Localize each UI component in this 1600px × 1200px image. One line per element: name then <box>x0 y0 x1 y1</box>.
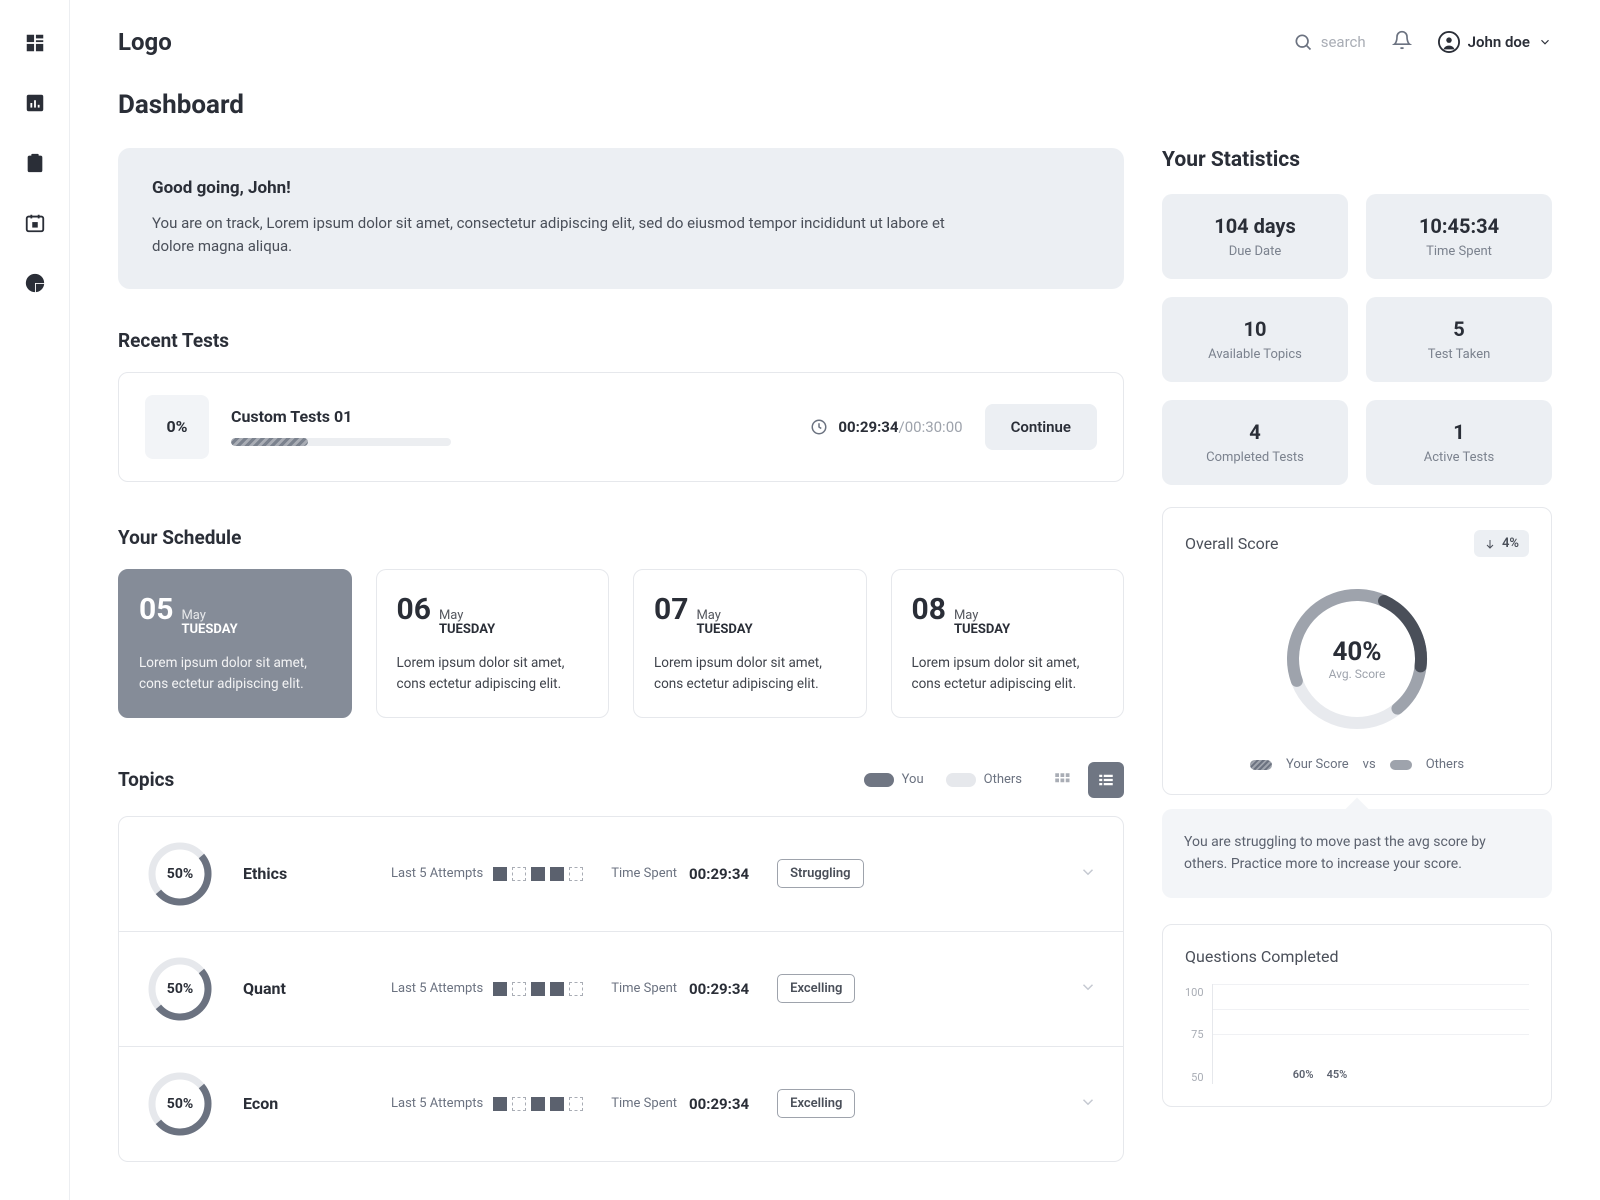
schedule-card[interactable]: 08MayTUESDAYLorem ipsum dolor sit amet, … <box>891 569 1125 718</box>
stat-card: 4Completed Tests <box>1162 400 1348 485</box>
schedule-card[interactable]: 05MayTUESDAYLorem ipsum dolor sit amet, … <box>118 569 352 718</box>
arrow-down-icon <box>1484 538 1496 550</box>
clock-icon <box>810 418 828 436</box>
continue-button[interactable]: Continue <box>985 404 1097 450</box>
test-name: Custom Tests 01 <box>231 407 788 426</box>
nav-analytics[interactable] <box>24 92 46 114</box>
list-view-button[interactable] <box>1088 762 1124 798</box>
topic-status: Excelling <box>777 974 855 1003</box>
legend-you: You <box>864 772 924 787</box>
nav-pie[interactable] <box>24 272 46 294</box>
topic-time: Time Spent00:29:34 <box>611 980 749 998</box>
grid-view-button[interactable] <box>1044 762 1080 798</box>
score-card: Overall Score 4% 40% <box>1162 507 1552 795</box>
score-legend: Your Score vs Others <box>1185 757 1529 772</box>
expand-icon[interactable] <box>1079 863 1097 885</box>
score-title: Overall Score <box>1185 534 1278 553</box>
recent-test-card: 0% Custom Tests 01 00:29:34/00:30:00 Con… <box>118 372 1124 482</box>
topic-ring: 50% <box>145 839 215 909</box>
recent-tests-title: Recent Tests <box>118 329 1124 352</box>
search[interactable]: search <box>1293 32 1366 52</box>
stat-card: 104 daysDue Date <box>1162 194 1348 279</box>
stats-title: Your Statistics <box>1162 148 1552 172</box>
topic-name: Ethics <box>243 864 363 883</box>
user-menu[interactable]: John doe <box>1438 31 1552 53</box>
topic-name: Econ <box>243 1094 363 1113</box>
topic-row[interactable]: 50% Econ Last 5 Attempts Time Spent00:29… <box>118 1047 1124 1162</box>
score-change-badge: 4% <box>1474 530 1529 557</box>
questions-bars: 60%45% <box>1213 984 1529 1084</box>
topic-attempts: Last 5 Attempts <box>391 1096 583 1111</box>
page-title: Dashboard <box>118 90 1552 120</box>
score-donut: 40% Avg. Score <box>1277 579 1437 739</box>
test-time: 00:29:34/00:30:00 <box>810 418 962 436</box>
stat-card: 10Available Topics <box>1162 297 1348 382</box>
avatar-icon <box>1438 31 1460 53</box>
topic-time: Time Spent00:29:34 <box>611 1095 749 1113</box>
legend-others: Others <box>946 772 1022 787</box>
topic-time: Time Spent00:29:34 <box>611 865 749 883</box>
stat-card: 1Active Tests <box>1366 400 1552 485</box>
chevron-down-icon <box>1538 35 1552 49</box>
test-percent: 0% <box>145 395 209 459</box>
topic-ring: 50% <box>145 1069 215 1139</box>
topic-attempts: Last 5 Attempts <box>391 866 583 881</box>
user-name: John doe <box>1468 33 1530 51</box>
questions-title: Questions Completed <box>1185 947 1529 966</box>
topic-name: Quant <box>243 979 363 998</box>
expand-icon[interactable] <box>1079 1093 1097 1115</box>
stat-card: 5Test Taken <box>1366 297 1552 382</box>
nav-dashboard[interactable] <box>24 32 46 54</box>
search-placeholder: search <box>1321 33 1366 51</box>
schedule-title: Your Schedule <box>118 526 1124 549</box>
topic-attempts: Last 5 Attempts <box>391 981 583 996</box>
nav-calendar[interactable] <box>24 212 46 234</box>
greeting-card: Good going, John! You are on track, Lore… <box>118 148 1124 289</box>
topic-ring: 50% <box>145 954 215 1024</box>
tip-card: You are struggling to move past the avg … <box>1162 809 1552 898</box>
topic-status: Excelling <box>777 1089 855 1118</box>
test-progress <box>231 438 451 446</box>
notifications-button[interactable] <box>1392 30 1412 54</box>
header: Logo search John doe <box>118 28 1552 56</box>
sidebar <box>0 0 70 1200</box>
greeting-title: Good going, John! <box>152 178 1090 198</box>
questions-card: Questions Completed 1007550 60%45% <box>1162 924 1552 1107</box>
expand-icon[interactable] <box>1079 978 1097 1000</box>
greeting-text: You are on track, Lorem ipsum dolor sit … <box>152 212 952 259</box>
topic-row[interactable]: 50% Quant Last 5 Attempts Time Spent00:2… <box>118 932 1124 1047</box>
bell-icon <box>1392 30 1412 50</box>
schedule-card[interactable]: 07MayTUESDAYLorem ipsum dolor sit amet, … <box>633 569 867 718</box>
topic-status: Struggling <box>777 859 863 888</box>
stat-card: 10:45:34Time Spent <box>1366 194 1552 279</box>
topic-row[interactable]: 50% Ethics Last 5 Attempts Time Spent00:… <box>118 816 1124 932</box>
schedule-card[interactable]: 06MayTUESDAYLorem ipsum dolor sit amet, … <box>376 569 610 718</box>
search-icon <box>1293 32 1313 52</box>
logo: Logo <box>118 28 172 56</box>
nav-clipboard[interactable] <box>24 152 46 174</box>
topics-title: Topics <box>118 768 174 791</box>
